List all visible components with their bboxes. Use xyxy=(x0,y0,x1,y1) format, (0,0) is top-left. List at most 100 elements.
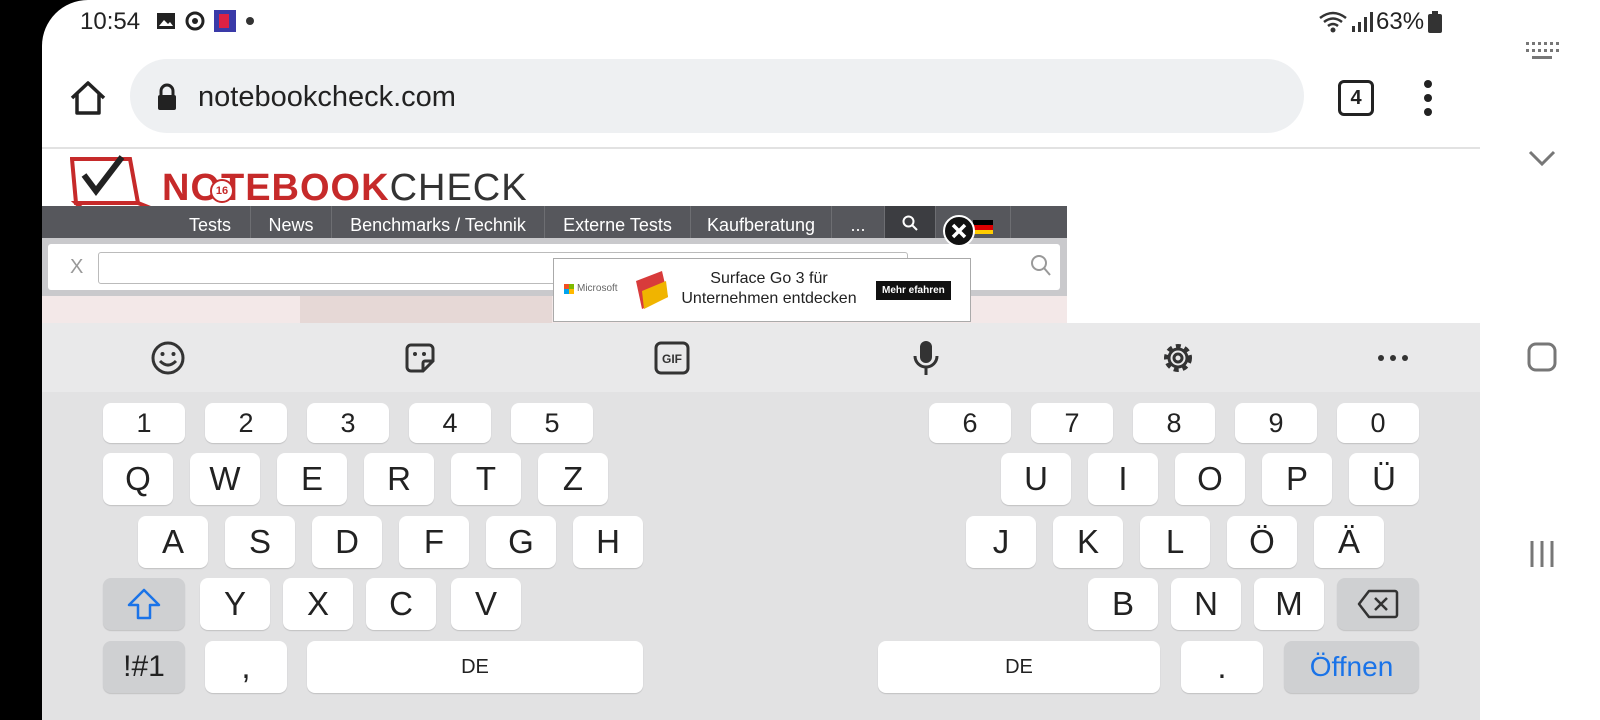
key-5[interactable]: 5 xyxy=(511,403,593,443)
article-preview-image[interactable] xyxy=(300,296,552,323)
german-flag-icon[interactable] xyxy=(973,220,993,234)
settings-gear-icon[interactable] xyxy=(1159,339,1197,377)
key-0[interactable]: 0 xyxy=(1337,403,1419,443)
recents-icon xyxy=(1530,541,1554,567)
enter-key[interactable]: Öffnen xyxy=(1284,641,1419,693)
emoji-icon[interactable] xyxy=(149,339,187,377)
key-o-umlaut[interactable]: Ö xyxy=(1227,516,1297,568)
key-v[interactable]: V xyxy=(451,578,521,630)
url-bar[interactable]: notebookcheck.com xyxy=(130,59,1304,133)
period-key[interactable]: . xyxy=(1181,641,1263,693)
home-icon[interactable] xyxy=(68,78,108,118)
ad-cta-button[interactable]: Mehr efahren xyxy=(876,281,951,300)
more-options-icon[interactable] xyxy=(1418,78,1438,118)
wifi-icon xyxy=(1319,11,1347,33)
backspace-icon xyxy=(1357,589,1399,619)
site-nav-news[interactable]: News xyxy=(251,206,332,238)
home-nav-button[interactable] xyxy=(1524,339,1560,375)
key-u-umlaut[interactable]: Ü xyxy=(1349,453,1419,505)
gallery-icon xyxy=(157,13,175,29)
logo-text-red: NOTEBOOK xyxy=(162,167,390,209)
backspace-key[interactable] xyxy=(1337,578,1419,630)
site-search-close[interactable]: X xyxy=(70,256,83,279)
key-4[interactable]: 4 xyxy=(409,403,491,443)
sync-icon xyxy=(185,11,205,31)
ad-close-icon[interactable] xyxy=(943,215,975,247)
gif-icon[interactable]: GIF xyxy=(653,339,691,377)
key-2[interactable]: 2 xyxy=(205,403,287,443)
key-a[interactable]: A xyxy=(138,516,208,568)
key-c[interactable]: C xyxy=(366,578,436,630)
lock-icon xyxy=(158,83,176,110)
ad-text-line1: Surface Go 3 für xyxy=(710,270,828,287)
key-i[interactable]: I xyxy=(1088,453,1158,505)
shift-icon xyxy=(127,588,161,620)
key-r[interactable]: R xyxy=(364,453,434,505)
key-z[interactable]: Z xyxy=(538,453,608,505)
key-s[interactable]: S xyxy=(225,516,295,568)
key-g[interactable]: G xyxy=(486,516,556,568)
site-search-magnifier-icon[interactable] xyxy=(1030,254,1052,278)
ad-banner[interactable]: Microsoft Surface Go 3 für Unternehmen e… xyxy=(553,258,971,322)
key-y[interactable]: Y xyxy=(200,578,270,630)
key-l[interactable]: L xyxy=(1140,516,1210,568)
site-nav-tests[interactable]: Tests xyxy=(170,206,251,238)
key-n[interactable]: N xyxy=(1171,578,1241,630)
signal-icon xyxy=(1352,12,1373,32)
key-7[interactable]: 7 xyxy=(1031,403,1113,443)
key-u[interactable]: U xyxy=(1001,453,1071,505)
ad-brand-name: Microsoft xyxy=(577,283,618,294)
key-w[interactable]: W xyxy=(190,453,260,505)
keyboard-toolbar: GIF xyxy=(42,323,1480,392)
site-search-button[interactable] xyxy=(885,206,936,238)
recents-button[interactable] xyxy=(1524,536,1560,572)
key-o[interactable]: O xyxy=(1175,453,1245,505)
key-k[interactable]: K xyxy=(1053,516,1123,568)
phone-screen: 10:54 63% notebookcheck.com 4 NOTEBOOKCH… xyxy=(42,0,1480,720)
status-time: 10:54 xyxy=(80,8,141,35)
back-button[interactable] xyxy=(1524,140,1560,176)
key-e[interactable]: E xyxy=(277,453,347,505)
home-square-icon xyxy=(1527,342,1557,372)
comma-key[interactable]: , xyxy=(205,641,287,693)
sticker-icon[interactable] xyxy=(401,339,439,377)
key-d[interactable]: D xyxy=(312,516,382,568)
battery-percent: 63% xyxy=(1376,8,1425,35)
key-9[interactable]: 9 xyxy=(1235,403,1317,443)
symbols-key[interactable]: !#1 xyxy=(103,641,185,693)
key-m[interactable]: M xyxy=(1254,578,1324,630)
site-nav-benchmarks[interactable]: Benchmarks / Technik xyxy=(332,206,545,238)
site-nav-more[interactable]: ... xyxy=(832,206,885,238)
key-h[interactable]: H xyxy=(573,516,643,568)
space-key-left[interactable]: DE xyxy=(307,641,643,693)
key-t[interactable]: T xyxy=(451,453,521,505)
ad-text: Surface Go 3 für Unternehmen entdecken xyxy=(674,269,864,309)
key-3[interactable]: 3 xyxy=(307,403,389,443)
more-icon[interactable] xyxy=(1374,339,1412,377)
key-f[interactable]: F xyxy=(399,516,469,568)
dot-icon xyxy=(246,17,254,25)
keyboard-hide-button[interactable] xyxy=(1524,34,1560,70)
space-key-right[interactable]: DE xyxy=(878,641,1160,693)
key-6[interactable]: 6 xyxy=(929,403,1011,443)
site-nav-external-tests[interactable]: Externe Tests xyxy=(545,206,691,238)
web-content: NOTEBOOKCHECK 16 Tests News Benchmarks /… xyxy=(42,149,1480,323)
shift-key[interactable] xyxy=(103,578,185,630)
tab-switcher-button[interactable]: 4 xyxy=(1338,80,1374,116)
key-1[interactable]: 1 xyxy=(103,403,185,443)
chevron-down-icon xyxy=(1528,150,1556,167)
key-b[interactable]: B xyxy=(1088,578,1158,630)
key-a-umlaut[interactable]: Ä xyxy=(1314,516,1384,568)
site-nav-buying-guide[interactable]: Kaufberatung xyxy=(691,206,832,238)
key-x[interactable]: X xyxy=(283,578,353,630)
battery-icon xyxy=(1428,11,1442,33)
key-p[interactable]: P xyxy=(1262,453,1332,505)
navigation-bar xyxy=(1480,0,1600,720)
microphone-icon[interactable] xyxy=(907,339,945,377)
key-8[interactable]: 8 xyxy=(1133,403,1215,443)
svg-text:GIF: GIF xyxy=(662,352,682,366)
key-q[interactable]: Q xyxy=(103,453,173,505)
key-j[interactable]: J xyxy=(966,516,1036,568)
status-bar: 10:54 63% xyxy=(42,0,1480,44)
on-screen-keyboard: GIF 1 2 3 4 5 6 7 8 9 0 Q W E R T Z U I … xyxy=(42,323,1480,720)
